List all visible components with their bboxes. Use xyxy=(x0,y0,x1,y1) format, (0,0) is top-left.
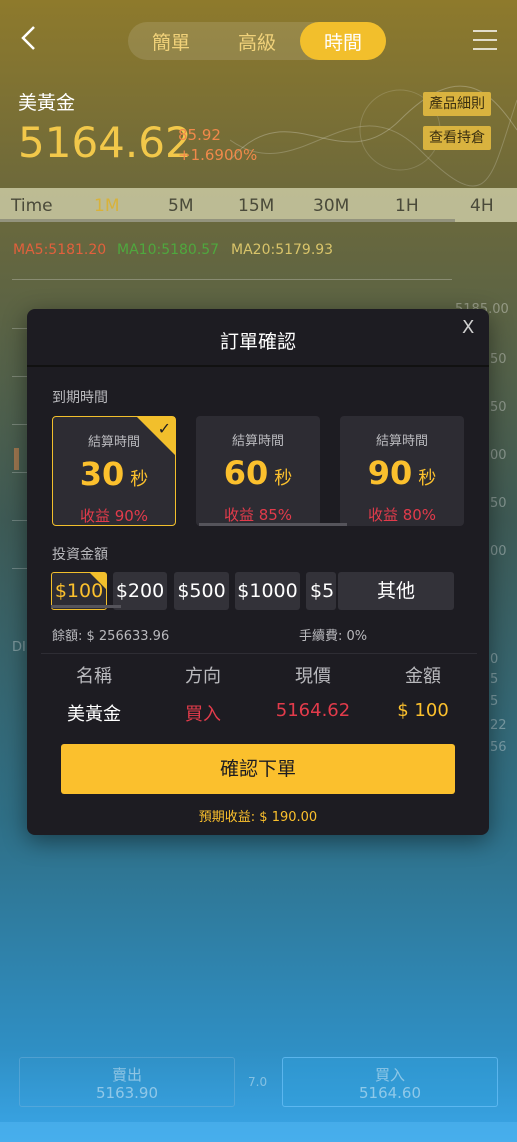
amount-option-500[interactable]: $500 xyxy=(174,572,229,610)
order-confirm-dialog: 訂單確認 X 到期時間 ✓ 結算時間 30 秒 收益 90% 結算時間 60 秒 收… xyxy=(27,309,489,835)
expiry-option-30[interactable]: ✓ 結算時間 30 秒 收益 90% xyxy=(52,416,176,526)
timeframe-label: Time xyxy=(11,196,53,216)
expiry-rate: 收益 85% xyxy=(223,506,293,524)
price-change-percent: +1.6900% xyxy=(178,146,258,164)
menu-button[interactable] xyxy=(470,26,500,54)
expiry-value: 90 秒 xyxy=(367,454,437,492)
price-change: 85.92 xyxy=(178,126,221,144)
amount-option-partial[interactable]: $5 xyxy=(306,572,336,610)
timeframe-1h[interactable]: 1H xyxy=(395,196,419,216)
ma5-indicator: MA5:5181.20 xyxy=(13,242,107,258)
chart-axis-label: 00 xyxy=(490,544,507,559)
expiry-option-60[interactable]: 結算時間 60 秒 收益 85% xyxy=(196,416,320,526)
tab-simple[interactable]: 簡單 xyxy=(128,22,214,60)
expiry-rate: 收益 80% xyxy=(367,506,437,524)
buy-button[interactable]: 買入 5164.60 xyxy=(282,1057,498,1107)
order-direction: 買入 xyxy=(185,704,221,725)
amount-option-200[interactable]: $200 xyxy=(113,572,167,610)
dialog-title: 訂單確認 xyxy=(219,331,296,353)
sell-label: 賣出 xyxy=(111,1066,142,1084)
order-name: 美黃金 xyxy=(67,704,121,725)
close-button[interactable]: X xyxy=(462,317,474,338)
selected-corner xyxy=(90,573,106,589)
spread-value: 7.0 xyxy=(248,1075,268,1089)
back-button[interactable] xyxy=(16,22,44,54)
chart-axis-label: 50 xyxy=(490,352,507,367)
fee-text: 手續費: 0% xyxy=(299,629,368,644)
ma10-indicator: MA10:5180.57 xyxy=(117,242,220,258)
buy-label: 買入 xyxy=(374,1066,405,1084)
amount-scrollbar[interactable] xyxy=(51,605,121,608)
expiry-value: 30 秒 xyxy=(79,455,149,493)
symbol-name: 美黃金 xyxy=(18,92,76,114)
sell-price: 5163.90 xyxy=(95,1084,159,1102)
divider xyxy=(41,653,477,654)
expiry-subtitle: 結算時間 xyxy=(375,434,428,449)
order-price: 5164.62 xyxy=(275,700,351,721)
view-positions-button[interactable]: 查看持倉 xyxy=(423,126,491,150)
sell-button[interactable]: 賣出 5163.90 xyxy=(19,1057,235,1107)
chart-gridline xyxy=(12,279,452,280)
chart-axis-label: 50 xyxy=(490,400,507,415)
buy-price: 5164.60 xyxy=(358,1084,422,1102)
chart-fragment-label: DI xyxy=(12,640,26,655)
timeframe-30m[interactable]: 30M xyxy=(313,196,349,216)
chart-axis-label: 5 xyxy=(490,694,499,709)
timeframe-5m[interactable]: 5M xyxy=(168,196,193,216)
expiry-subtitle: 結算時間 xyxy=(87,435,140,450)
chart-axis-label: 56 xyxy=(490,740,507,755)
chart-axis-label: 0 xyxy=(490,652,499,667)
hamburger-icon xyxy=(473,30,497,50)
expiry-value: 60 秒 xyxy=(223,454,293,492)
bottom-bar xyxy=(0,1122,517,1142)
chart-candle xyxy=(14,448,19,470)
chart-axis-label: 5 xyxy=(490,672,499,687)
divider xyxy=(27,365,489,367)
ma20-indicator: MA20:5179.93 xyxy=(231,242,334,258)
expiry-option-90[interactable]: 結算時間 90 秒 收益 80% xyxy=(340,416,464,526)
tab-advanced[interactable]: 高級 xyxy=(214,22,300,60)
confirm-order-button[interactable]: 確認下單 xyxy=(61,744,455,794)
amount-option-1000[interactable]: $1000 xyxy=(235,572,300,610)
chart-axis-label: 50 xyxy=(490,496,507,511)
chart-axis-label: 00 xyxy=(490,448,507,463)
expected-return: 預期收益: $ 190.00 xyxy=(198,810,318,825)
expiry-subtitle: 結算時間 xyxy=(231,434,284,449)
expiry-rate: 收益 90% xyxy=(79,507,149,525)
chart-axis-label: 22 xyxy=(490,718,507,733)
header-amount: 金額 xyxy=(405,666,441,687)
header-name: 名稱 xyxy=(76,666,112,687)
header-direction: 方向 xyxy=(185,666,221,687)
product-detail-button[interactable]: 產品細則 xyxy=(423,92,491,116)
timeframe-15m[interactable]: 15M xyxy=(238,196,274,216)
tab-time[interactable]: 時間 xyxy=(300,22,386,60)
timeframe-scrollbar[interactable] xyxy=(0,219,455,222)
expiry-scrollbar[interactable] xyxy=(199,523,347,526)
current-price: 5164.62 xyxy=(18,118,192,167)
mode-tabs: 簡單 高級 時間 xyxy=(128,22,386,60)
amount-label: 投資金額 xyxy=(52,547,108,563)
amount-other-button[interactable]: 其他 xyxy=(338,572,454,610)
timeframe-4h[interactable]: 4H xyxy=(470,196,494,216)
chevron-left-icon xyxy=(21,26,35,50)
header-price: 現價 xyxy=(295,666,331,687)
expiry-label: 到期時間 xyxy=(52,390,108,406)
timeframe-1m[interactable]: 1M xyxy=(94,196,119,216)
balance-text: 餘額: $ 256633.96 xyxy=(52,629,170,644)
order-amount: $ 100 xyxy=(397,700,449,721)
